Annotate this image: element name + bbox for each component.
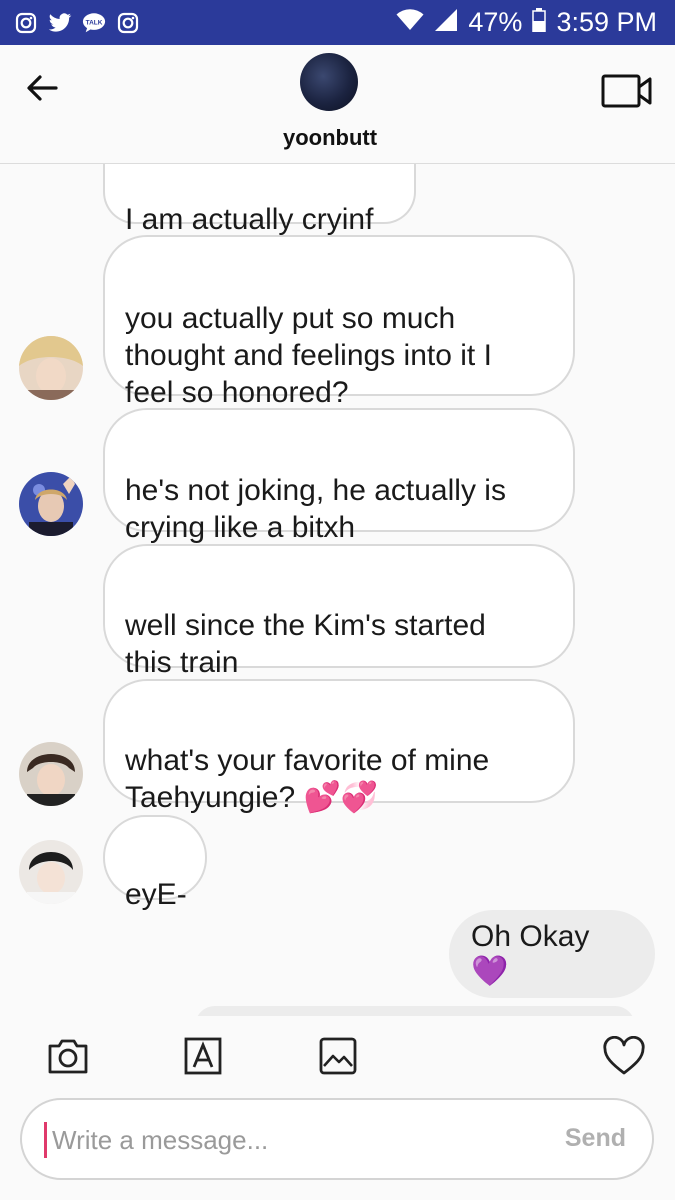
back-button[interactable] xyxy=(22,69,62,109)
back-arrow-icon xyxy=(27,75,58,101)
kakaotalk-icon: TALK xyxy=(82,11,106,35)
video-call-button[interactable] xyxy=(601,73,653,109)
message-text: what's your favorite of mine Taehyungie?… xyxy=(125,744,490,814)
instagram-icon xyxy=(14,11,38,35)
own-message-bubble: Oh Okay 💜 xyxy=(449,910,655,998)
twitter-icon xyxy=(48,11,72,35)
message-bubble: eyE- xyxy=(103,815,207,911)
battery-percent: 47% xyxy=(468,7,523,37)
like-button[interactable] xyxy=(602,1035,646,1076)
message-bubble: I am actually cryinf xyxy=(103,164,416,236)
clock: 3:59 PM xyxy=(556,7,657,37)
contact-avatar[interactable] xyxy=(300,53,358,111)
text-format-icon xyxy=(184,1037,222,1075)
message-text: Oh Okay 💜 xyxy=(471,919,590,988)
battery-icon xyxy=(532,8,547,37)
message-input[interactable] xyxy=(50,1112,524,1168)
image-gallery-icon xyxy=(319,1037,357,1075)
wifi-icon xyxy=(396,9,424,36)
sender-avatar[interactable] xyxy=(19,336,83,400)
chat-header: yoonbutt xyxy=(0,45,675,164)
message-text: eyE- xyxy=(125,878,187,911)
message-text: well since the Kim's started this train xyxy=(125,609,486,679)
camera-button[interactable] xyxy=(46,1036,90,1076)
text-style-button[interactable] xyxy=(183,1036,227,1076)
message-composer: Send xyxy=(20,1098,654,1180)
camera-icon xyxy=(48,1039,88,1074)
text-caret xyxy=(44,1122,47,1158)
status-bar: TALK 47% 3:59 PM xyxy=(0,0,675,45)
message-bubble: well since the Kim's started this train xyxy=(103,544,575,679)
sender-avatar[interactable] xyxy=(19,472,83,536)
message-bubble: you actually put so much thought and fee… xyxy=(103,235,575,409)
signal-icon xyxy=(434,8,458,37)
compose-toolbar xyxy=(0,1016,675,1096)
message-text: he's not joking, he actually is crying l… xyxy=(125,474,506,544)
gallery-button[interactable] xyxy=(318,1036,362,1076)
video-camera-icon xyxy=(601,74,652,108)
message-list[interactable]: I am actually cryinf you actually put so… xyxy=(0,164,675,1016)
kakao-label: TALK xyxy=(86,19,103,26)
message-text: you actually put so much thought and fee… xyxy=(125,302,492,409)
send-button[interactable]: Send xyxy=(565,1124,626,1153)
sender-avatar[interactable] xyxy=(19,840,83,904)
message-bubble: he's not joking, he actually is crying l… xyxy=(103,408,575,544)
sender-avatar[interactable] xyxy=(19,742,83,806)
contact-username[interactable]: yoonbutt xyxy=(0,125,660,151)
heart-icon xyxy=(603,1035,645,1075)
instagram-icon xyxy=(116,11,140,35)
partial-message-bubble xyxy=(195,1006,635,1016)
message-text: I am actually cryinf xyxy=(125,203,374,236)
message-bubble: what's your favorite of mine Taehyungie?… xyxy=(103,679,575,814)
